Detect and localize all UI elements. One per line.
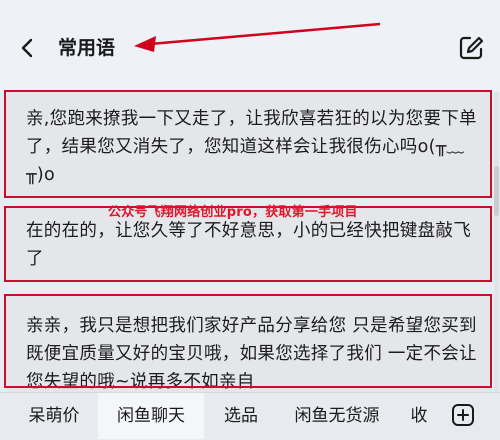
back-arrow-icon[interactable] [16,36,40,60]
watermark-text: 公众号飞翔网络创业pro，获取第一手项目 [108,205,358,220]
tab-xianyu-chat[interactable]: 闲鱼聊天 [98,393,204,439]
phrase-text: 亲,您跑来撩我一下又走了，让我欣喜若狂的以为您要下单了，结果您又消失了，您知道这… [26,109,477,185]
add-category-icon[interactable] [451,403,475,427]
phrase-card[interactable]: 亲,您跑来撩我一下又走了，让我欣喜若狂的以为您要下单了，结果您又消失了，您知道这… [6,92,492,198]
page-title: 常用语 [58,37,116,59]
edit-icon[interactable] [457,34,485,62]
tab-product-selection[interactable]: 选品 [208,393,274,439]
tab-daimeng-price[interactable]: 呆萌价 [12,393,96,439]
category-tab-bar: 呆萌价 闲鱼聊天 选品 闲鱼无货源 收 [0,392,500,440]
tab-xianyu-no-stock[interactable]: 闲鱼无货源 [278,393,396,439]
scrollbar[interactable] [494,92,499,392]
phrase-text: 亲亲，我只是想把我们家好产品分享给您 只是希望您买到既便宜质量又好的宝贝哦，如果… [26,316,477,392]
phrase-text: 在的在的，让您久等了不好意思，小的已经快把键盘敲飞了 [26,221,471,269]
phrase-card[interactable]: 亲亲，我只是想把我们家好产品分享给您 只是希望您买到既便宜质量又好的宝贝哦，如果… [6,296,492,392]
scrollbar-thumb[interactable] [494,166,499,216]
tab-truncated[interactable]: 收 [404,393,434,439]
phrase-list: 亲,您跑来撩我一下又走了，让我欣喜若狂的以为您要下单了，结果您又消失了，您知道这… [0,86,500,392]
top-bar: 常用语 [0,0,500,92]
